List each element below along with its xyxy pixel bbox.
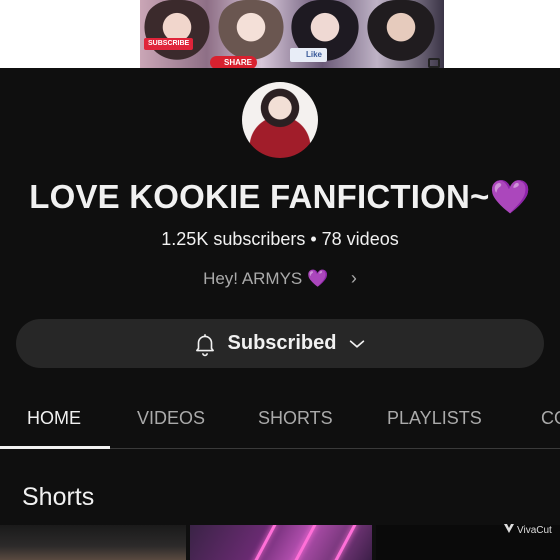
banner-share-graphic: SHARE — [210, 56, 258, 68]
channel-description-row[interactable]: Hey! ARMYS 💜 › — [0, 268, 560, 289]
tab-community[interactable]: CO — [541, 392, 560, 448]
active-tab-indicator — [0, 446, 110, 449]
channel-description: Hey! ARMYS — [203, 269, 303, 288]
chevron-down-icon — [346, 333, 368, 355]
chevron-right-icon[interactable]: › — [351, 268, 357, 289]
purple-heart-icon: 💜 — [489, 178, 531, 215]
vivacut-watermark: VivaCut — [504, 524, 552, 536]
bell-icon — [192, 331, 218, 357]
tab-videos[interactable]: VIDEOS — [137, 392, 205, 448]
banner-person-4 — [366, 0, 436, 68]
short-thumbnail[interactable] — [0, 525, 186, 560]
subscribed-button[interactable]: Subscribed — [16, 319, 544, 368]
vivacut-logo-icon — [504, 524, 514, 536]
channel-banner[interactable]: SUBSCRIBE SHARE Like — [140, 0, 444, 68]
thumbnail-light-beam — [326, 525, 357, 560]
watermark-label: VivaCut — [517, 524, 552, 536]
banner-bell-icon — [428, 58, 440, 68]
subscribed-label: Subscribed — [227, 332, 337, 354]
tab-shorts[interactable]: SHORTS — [258, 392, 333, 448]
shorts-section-title: Shorts — [22, 483, 95, 511]
channel-stats: 1.25K subscribers • 78 videos — [161, 229, 399, 249]
banner-person-1 — [142, 0, 212, 68]
channel-tabs: HOME VIDEOS SHORTS PLAYLISTS CO — [0, 392, 560, 449]
purple-heart-icon: 💜 — [307, 269, 329, 288]
channel-name: LOVE KOOKIE FANFICTION~💜 — [0, 178, 560, 217]
channel-avatar[interactable] — [242, 82, 318, 158]
thumbnail-light-beam — [286, 525, 317, 560]
channel-banner-area: SUBSCRIBE SHARE Like — [0, 0, 560, 68]
channel-name-text: LOVE KOOKIE FANFICTION~ — [29, 178, 490, 215]
short-thumbnail[interactable] — [190, 525, 372, 560]
banner-subscribe-graphic: SUBSCRIBE — [144, 38, 194, 50]
tab-playlists[interactable]: PLAYLISTS — [387, 392, 482, 448]
thumbnail-light-beam — [246, 525, 277, 560]
banner-like-graphic: Like — [290, 48, 328, 62]
tab-home[interactable]: HOME — [27, 392, 81, 448]
